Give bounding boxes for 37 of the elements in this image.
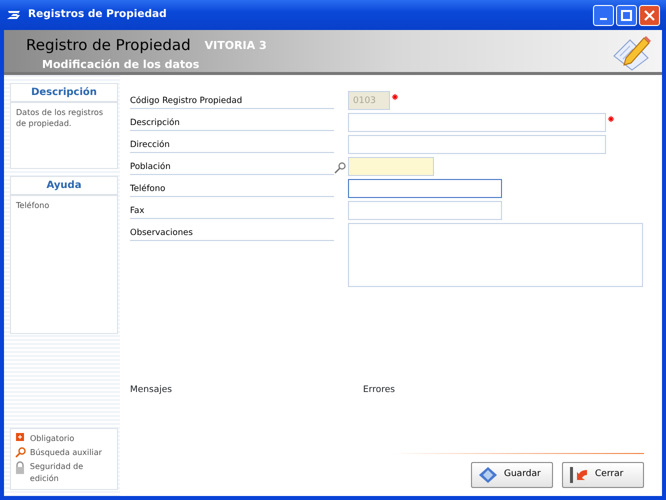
field-label: Dirección [130,135,334,153]
pencil-paper-icon [612,34,652,72]
search-icon [14,447,26,458]
exit-arrow-icon [569,466,589,484]
save-button[interactable]: Guardar [471,462,553,488]
field-label: Código Registro Propiedad [130,91,334,109]
panel-text: Teléfono [15,200,50,212]
legend-label: Obligatorio [30,433,74,445]
close-form-button[interactable]: Cerrar [562,462,644,488]
field-label: Población [130,157,334,175]
field-label: Fax [130,201,334,219]
field-label: Observaciones [130,223,334,241]
input-field[interactable] [348,179,502,198]
field-label: Teléfono [130,179,334,197]
close-icon [644,10,655,20]
close-button[interactable] [639,4,660,26]
maximize-icon [620,10,632,20]
window-title: Registros de Propiedad [28,7,168,22]
panel-title: Ayuda [11,177,117,196]
panel-title: Descripción [11,84,117,103]
legend-label: Búsqueda auxiliar [30,447,102,459]
diamond-icon [478,466,498,484]
legend-label: Seguridad de edición [30,461,84,485]
search-icon[interactable] [334,162,346,174]
header-title: Registro de Propiedad [26,35,191,56]
app-name: VITORIA 3 [204,38,267,54]
required-icon [16,433,24,441]
errors-label: Errores [363,384,395,396]
messages-label: Mensajes [130,384,173,396]
lock-icon [14,461,25,474]
minimize-button[interactable] [592,4,614,26]
header-subtitle: Modificación de los datos [42,58,200,70]
field-label: Descripción [130,113,334,131]
minimize-icon [600,18,606,20]
panel-text: Datos de los registros de propiedad. [15,107,104,130]
app-logo-icon [6,10,22,20]
maximize-button[interactable] [616,4,637,26]
